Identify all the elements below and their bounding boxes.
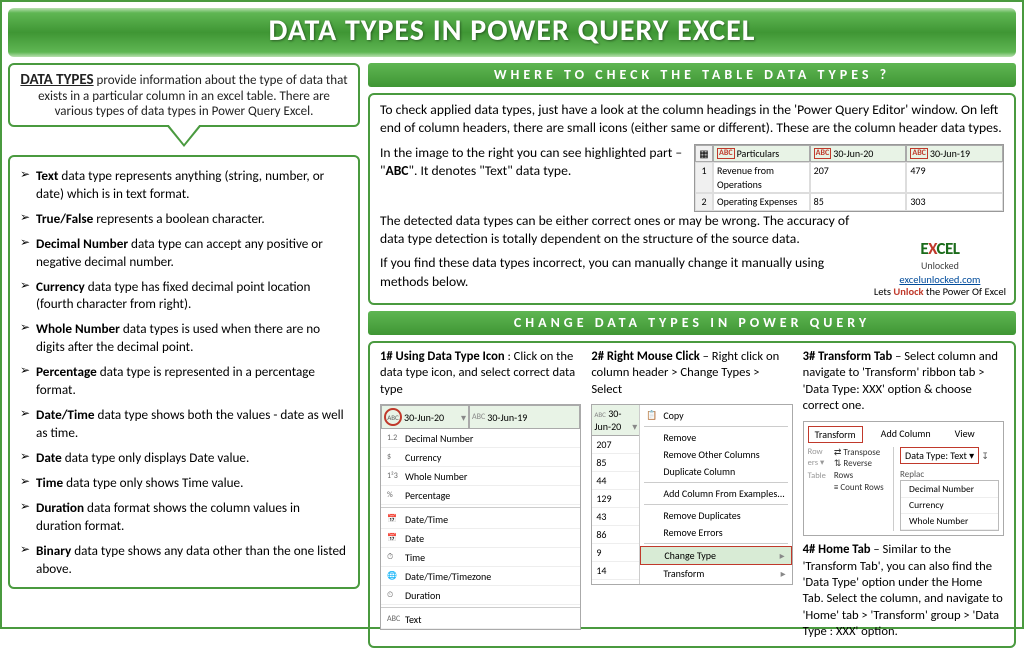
method-2: 2# Right Mouse Click – Right click on co… bbox=[591, 349, 792, 640]
context-menu-item[interactable]: Transform▸ bbox=[640, 565, 791, 582]
datatype-dropdown[interactable]: Data Type: Text ▾ bbox=[900, 447, 979, 464]
section1-head: WHERE TO CHECK THE TABLE DATA TYPES ? bbox=[368, 63, 1016, 87]
context-menu-item[interactable]: Add Column From Examples... bbox=[640, 485, 791, 502]
list-item: Whole Number data types is used when the… bbox=[20, 320, 346, 356]
page: DATA TYPES IN POWER QUERY EXCEL DATA TYP… bbox=[0, 0, 1024, 629]
left-column: DATA TYPES provide information about the… bbox=[8, 63, 360, 648]
datatype-icon-circled: ABC bbox=[384, 408, 402, 426]
col-jun20: ABC30-Jun-20 bbox=[810, 145, 907, 163]
datatype-option[interactable]: %Percentage bbox=[381, 486, 580, 505]
context-menu-item[interactable]: Remove Duplicates bbox=[640, 507, 791, 524]
abc-icon: ABC bbox=[814, 148, 832, 159]
m1-screenshot: ABC30-Jun-20▾ ABC30-Jun-19 1.2Decimal Nu… bbox=[380, 404, 581, 630]
tab-view[interactable]: View bbox=[949, 426, 981, 443]
list-item: True/False represents a boolean characte… bbox=[20, 210, 346, 228]
tab-transform[interactable]: Transform bbox=[808, 426, 863, 443]
datatype-option[interactable]: 🌐Date/Time/Timezone bbox=[381, 567, 580, 586]
dropdown-item[interactable]: Currency bbox=[901, 498, 998, 514]
col-particulars: ABCParticulars bbox=[713, 145, 810, 163]
datatype-option[interactable]: 📅Date bbox=[381, 529, 580, 548]
list-item: Decimal Number data type can accept any … bbox=[20, 235, 346, 271]
section2-head: CHANGE DATA TYPES IN POWER QUERY bbox=[368, 311, 1016, 335]
datatype-option[interactable]: ⏱Time bbox=[381, 548, 580, 567]
section1-p1: To check applied data types, just have a… bbox=[380, 101, 1004, 138]
datatype-option[interactable]: ⏲Duration bbox=[381, 586, 580, 605]
datatype-option[interactable]: 1.2Decimal Number bbox=[381, 429, 580, 448]
list-item: Duration data format shows the column va… bbox=[20, 499, 346, 535]
pq-header-example: ▦ ABCParticulars ABC30-Jun-20 ABC30-Jun-… bbox=[694, 144, 1004, 212]
list-item: Text data type represents anything (stri… bbox=[20, 167, 346, 203]
tab-add-column[interactable]: Add Column bbox=[875, 426, 937, 443]
context-menu-item[interactable]: Remove Other Columns bbox=[640, 446, 791, 463]
datatype-list: Text data type represents anything (stri… bbox=[20, 167, 346, 577]
page-title: DATA TYPES IN POWER QUERY EXCEL bbox=[8, 8, 1016, 57]
datatype-option[interactable]: $Currency bbox=[381, 448, 580, 467]
m2-screenshot: ABC 30-Jun-20 ▾ 20785441294386914 📋CopyR… bbox=[591, 404, 792, 585]
list-item: Time data type only shows Time value. bbox=[20, 474, 346, 492]
section1-p2: In the image to the right you can see hi… bbox=[380, 144, 684, 181]
dropdown-item[interactable]: Whole Number bbox=[901, 514, 998, 530]
list-item: Currency data type has fixed decimal poi… bbox=[20, 278, 346, 314]
datatype-list-box: Text data type represents anything (stri… bbox=[8, 155, 360, 589]
section1-panel: To check applied data types, just have a… bbox=[368, 93, 1016, 305]
abc-icon: ABC bbox=[717, 148, 735, 159]
context-menu-item[interactable]: Remove Errors bbox=[640, 524, 791, 541]
method-1: 1# Using Data Type Icon : Click on the d… bbox=[380, 349, 581, 640]
row-number-head: ▦ bbox=[695, 145, 713, 163]
datatype-option[interactable]: ABCText bbox=[381, 610, 580, 629]
method-4: 4# Home Tab – Similar to the 'Transform … bbox=[803, 542, 1004, 640]
list-item: Percentage data type is represented in a… bbox=[20, 363, 346, 399]
intro-lead: DATA TYPES bbox=[20, 71, 93, 89]
col-jun19: ABC30-Jun-19 bbox=[906, 145, 1003, 163]
context-menu-item[interactable]: Change Type▸ bbox=[640, 546, 791, 565]
list-item: Date data type only displays Date value. bbox=[20, 449, 346, 467]
list-item: Date/Time data type shows both the value… bbox=[20, 406, 346, 442]
right-column: WHERE TO CHECK THE TABLE DATA TYPES ? To… bbox=[368, 63, 1016, 648]
abc-icon: ABC bbox=[910, 148, 928, 159]
datatype-option[interactable]: 1²3Whole Number bbox=[381, 467, 580, 486]
context-menu-item[interactable]: Remove bbox=[640, 429, 791, 446]
context-menu-item[interactable]: 📋Copy bbox=[640, 407, 791, 424]
context-menu-item[interactable]: Duplicate Column bbox=[640, 463, 791, 480]
brand-logo: EXCEL Unlocked excelunlocked.com Lets Un… bbox=[874, 239, 1006, 299]
method-3-4: 3# Transform Tab – Select column and nav… bbox=[803, 349, 1004, 640]
datatype-option[interactable]: 📅Date/Time bbox=[381, 510, 580, 529]
section2-panel: 1# Using Data Type Icon : Click on the d… bbox=[368, 341, 1016, 648]
intro-box: DATA TYPES provide information about the… bbox=[8, 63, 360, 127]
dropdown-item[interactable]: Decimal Number bbox=[901, 481, 998, 497]
list-item: Binary data type shows any data other th… bbox=[20, 542, 346, 578]
m3-screenshot: Transform Add Column View Rowers ▾ Table… bbox=[803, 421, 1004, 537]
